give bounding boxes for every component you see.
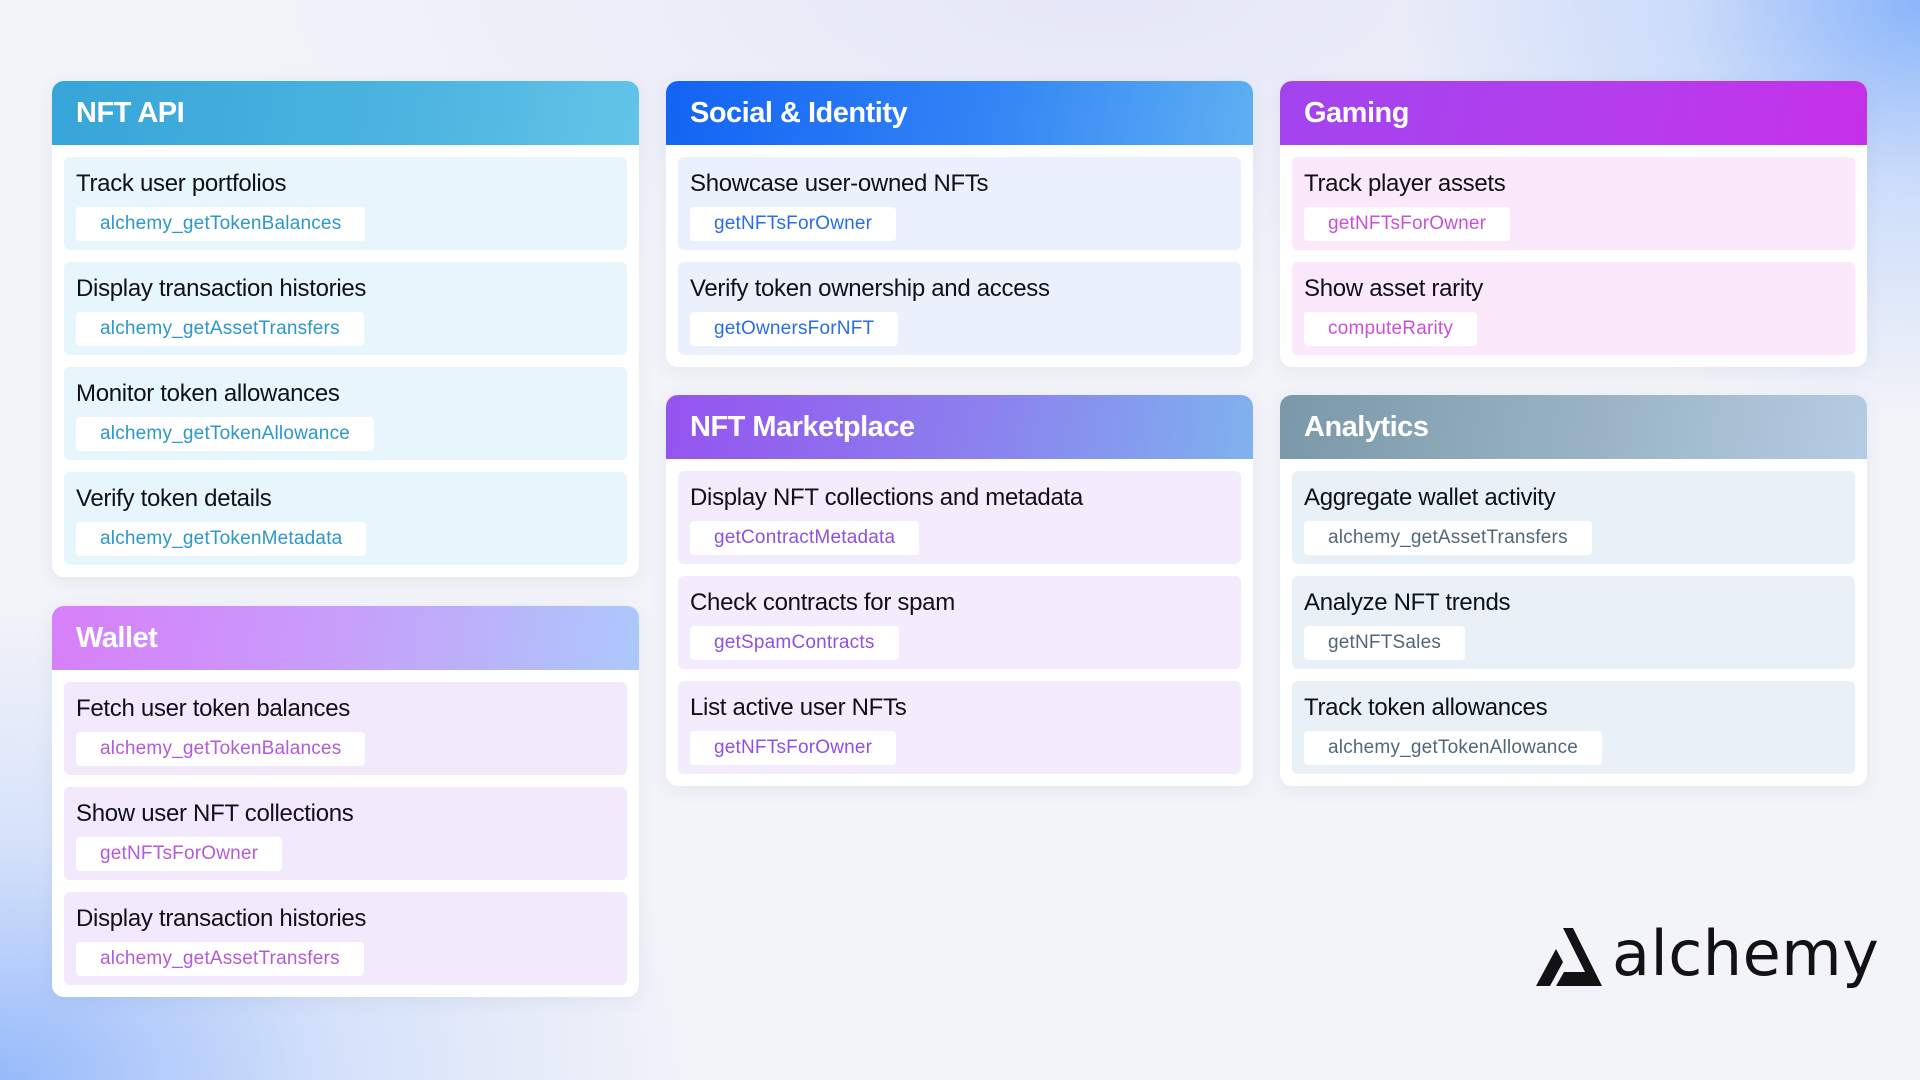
list-item: Monitor token allowances alchemy_getToke… xyxy=(64,367,627,460)
method-tag[interactable]: alchemy_getTokenAllowance xyxy=(76,417,375,451)
item-title: Verify token ownership and access xyxy=(690,275,1050,302)
card-header: Gaming xyxy=(1280,81,1867,145)
item-title: List active user NFTs xyxy=(690,694,907,721)
method-tag[interactable]: alchemy_getAssetTransfers xyxy=(76,312,364,346)
alchemy-logo-icon xyxy=(1536,928,1602,986)
card-header: Social & Identity xyxy=(666,81,1253,145)
item-title: Show asset rarity xyxy=(1304,275,1483,302)
list-item: List active user NFTs getNFTsForOwner xyxy=(678,681,1241,774)
list-item: Show asset rarity computeRarity xyxy=(1292,262,1855,355)
card-gaming: Gaming Track player assets getNFTsForOwn… xyxy=(1280,81,1867,367)
method-tag[interactable]: alchemy_getAssetTransfers xyxy=(1304,521,1592,555)
item-title: Analyze NFT trends xyxy=(1304,589,1511,616)
list-item: Verify token details alchemy_getTokenMet… xyxy=(64,472,627,565)
alchemy-logo: alchemy xyxy=(1536,923,1879,988)
item-title: Display transaction histories xyxy=(76,905,367,932)
list-item: Track token allowances alchemy_getTokenA… xyxy=(1292,681,1855,774)
list-item: Display transaction histories alchemy_ge… xyxy=(64,892,627,985)
card-nft-marketplace: NFT Marketplace Display NFT collections … xyxy=(666,395,1253,786)
item-title: Monitor token allowances xyxy=(76,380,340,407)
method-tag[interactable]: getSpamContracts xyxy=(690,626,899,660)
card-nft-api: NFT API Track user portfolios alchemy_ge… xyxy=(52,81,639,577)
list-item: Showcase user-owned NFTs getNFTsForOwner xyxy=(678,157,1241,250)
card-header: NFT API xyxy=(52,81,639,145)
item-title: Show user NFT collections xyxy=(76,800,354,827)
item-title: Track player assets xyxy=(1304,170,1506,197)
list-item: Track player assets getNFTsForOwner xyxy=(1292,157,1855,250)
list-item: Analyze NFT trends getNFTSales xyxy=(1292,576,1855,669)
method-tag[interactable]: getNFTsForOwner xyxy=(690,731,897,765)
item-title: Display NFT collections and metadata xyxy=(690,484,1083,511)
method-tag[interactable]: alchemy_getAssetTransfers xyxy=(76,942,364,976)
method-tag[interactable]: getNFTsForOwner xyxy=(690,207,897,241)
method-tag[interactable]: computeRarity xyxy=(1304,312,1478,346)
method-tag[interactable]: alchemy_getTokenBalances xyxy=(76,207,366,241)
card-header: Wallet xyxy=(52,606,639,670)
method-tag[interactable]: getNFTsForOwner xyxy=(1304,207,1511,241)
item-title: Display transaction histories xyxy=(76,275,367,302)
item-title: Showcase user-owned NFTs xyxy=(690,170,989,197)
list-item: Display transaction histories alchemy_ge… xyxy=(64,262,627,355)
item-title: Track user portfolios xyxy=(76,170,287,197)
card-wallet: Wallet Fetch user token balances alchemy… xyxy=(52,606,639,997)
list-item: Check contracts for spam getSpamContract… xyxy=(678,576,1241,669)
item-title: Verify token details xyxy=(76,485,272,512)
list-item: Track user portfolios alchemy_getTokenBa… xyxy=(64,157,627,250)
method-tag[interactable]: alchemy_getTokenMetadata xyxy=(76,522,367,556)
method-tag[interactable]: getNFTsForOwner xyxy=(76,837,283,871)
item-title: Aggregate wallet activity xyxy=(1304,484,1556,511)
list-item: Verify token ownership and access getOwn… xyxy=(678,262,1241,355)
logo-text: alchemy xyxy=(1612,917,1880,990)
list-item: Aggregate wallet activity alchemy_getAss… xyxy=(1292,471,1855,564)
card-header: Analytics xyxy=(1280,395,1867,459)
item-title: Track token allowances xyxy=(1304,694,1548,721)
card-analytics: Analytics Aggregate wallet activity alch… xyxy=(1280,395,1867,786)
method-tag[interactable]: getOwnersForNFT xyxy=(690,312,899,346)
list-item: Show user NFT collections getNFTsForOwne… xyxy=(64,787,627,880)
method-tag[interactable]: alchemy_getTokenAllowance xyxy=(1304,731,1603,765)
method-tag[interactable]: alchemy_getTokenBalances xyxy=(76,732,366,766)
card-header: NFT Marketplace xyxy=(666,395,1253,459)
list-item: Fetch user token balances alchemy_getTok… xyxy=(64,682,627,775)
item-title: Fetch user token balances xyxy=(76,695,350,722)
list-item: Display NFT collections and metadata get… xyxy=(678,471,1241,564)
method-tag[interactable]: getNFTSales xyxy=(1304,626,1466,660)
method-tag[interactable]: getContractMetadata xyxy=(690,521,920,555)
card-social-identity: Social & Identity Showcase user-owned NF… xyxy=(666,81,1253,367)
item-title: Check contracts for spam xyxy=(690,589,955,616)
